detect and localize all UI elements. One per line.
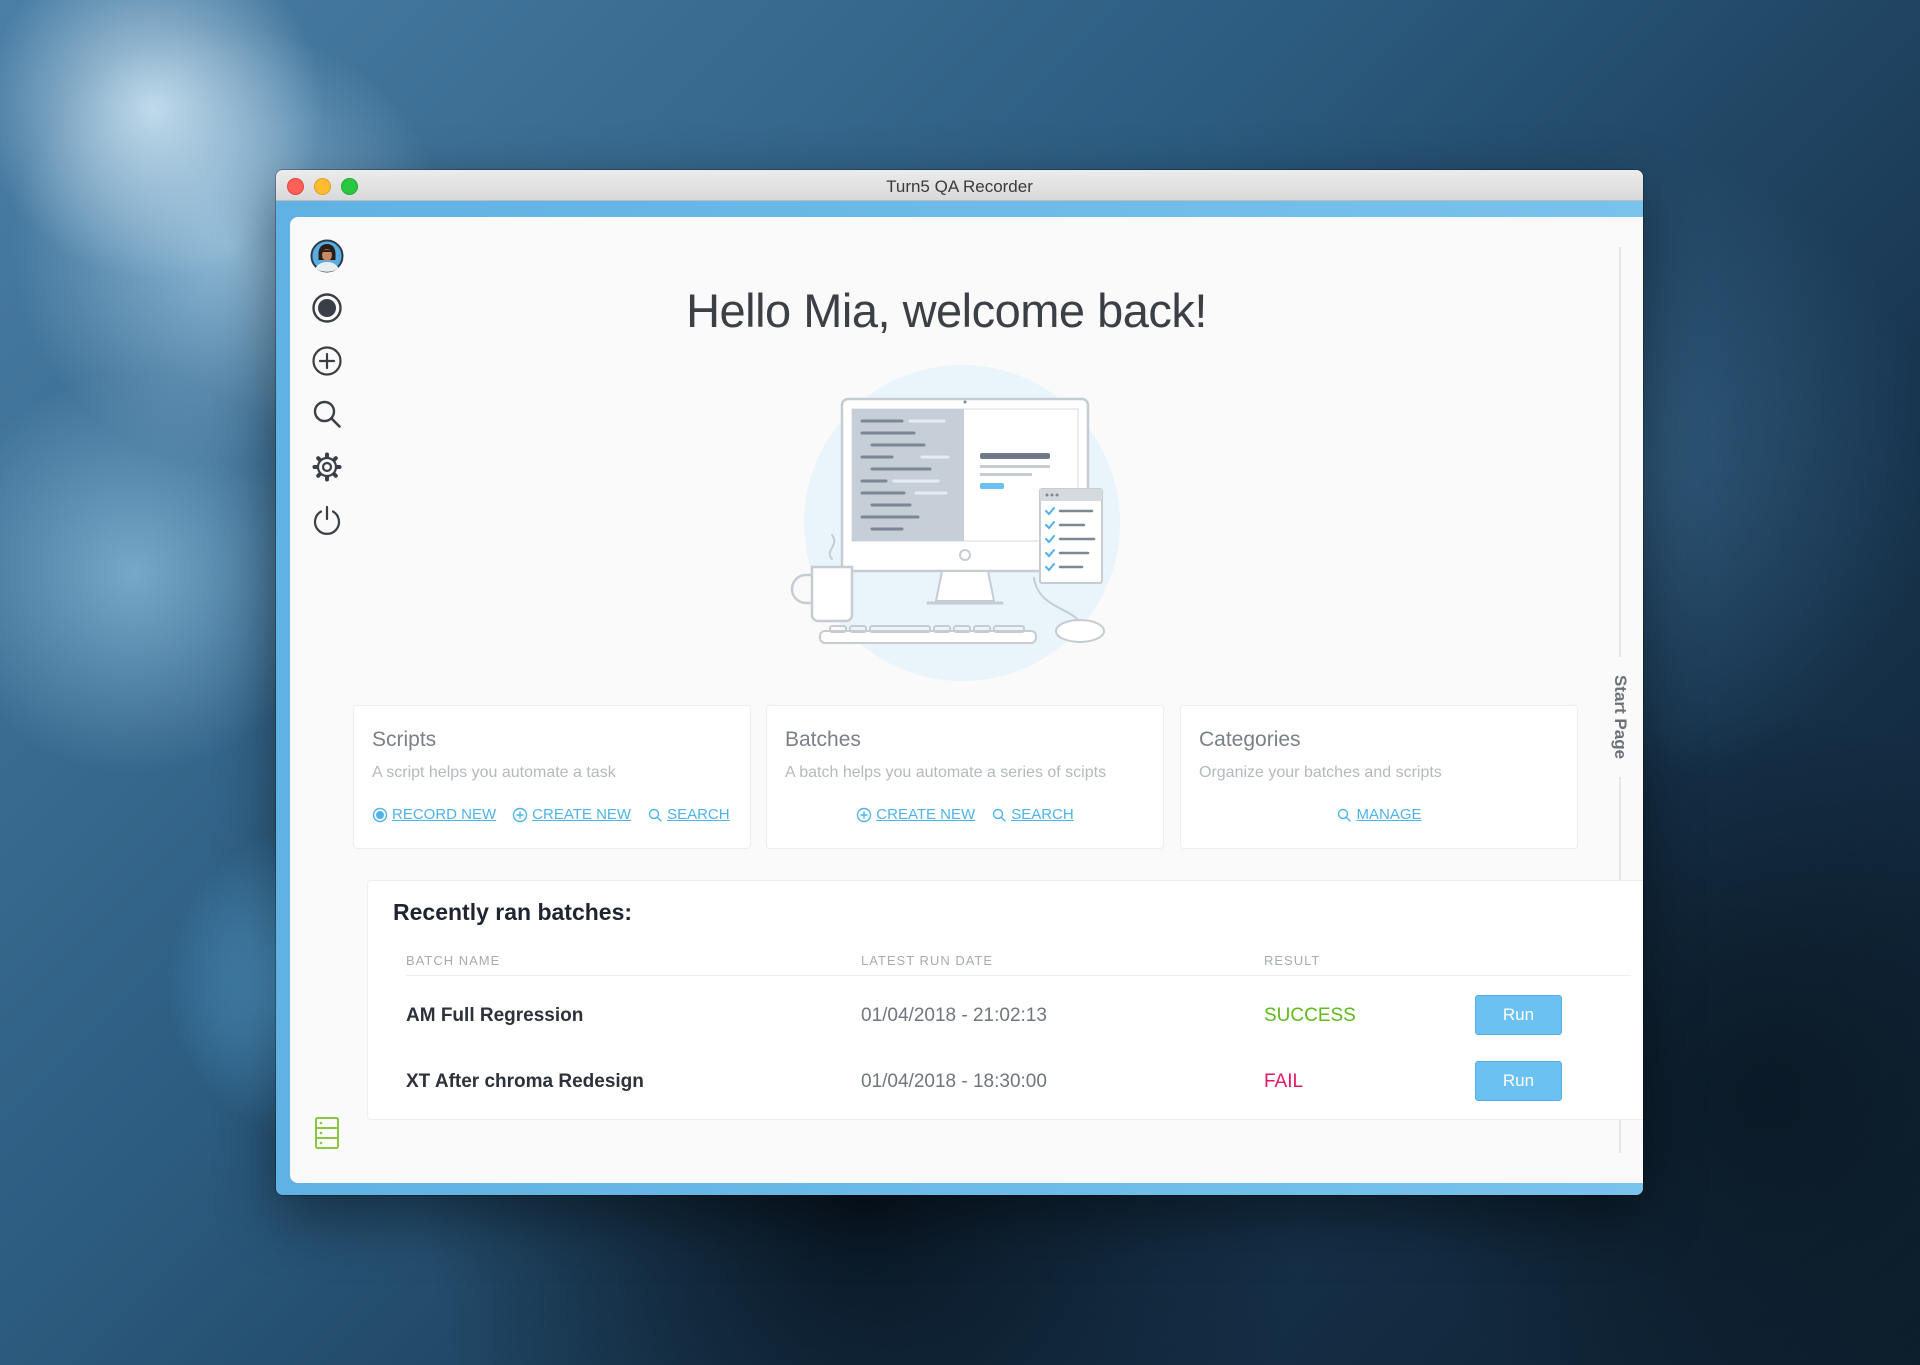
record-icon [372,807,388,822]
categories-card: Categories Organize your batches and scr… [1180,705,1578,849]
batch-run-date: 01/04/2018 - 21:02:13 [861,1005,1047,1026]
scripts-record-new-link[interactable]: RECORD NEW [372,806,496,823]
run-batch-button[interactable]: Run [1475,995,1562,1035]
avatar[interactable] [309,238,345,274]
batches-card-actions: CREATE NEW SEARCH [785,806,1145,823]
sidebar-logout[interactable] [309,502,345,538]
batches-card-title: Batches [785,728,861,751]
workstation-illustration [790,365,1120,681]
start-page-tab[interactable]: Start Page [1605,657,1635,777]
categories-card-title: Categories [1199,728,1301,751]
batches-search-label: SEARCH [1011,806,1074,823]
scripts-create-new-label: CREATE NEW [532,806,632,823]
run-batch-button[interactable]: Run [1475,1061,1562,1101]
search-icon [648,808,662,822]
recent-batches-panel: Recently ran batches: BATCH NAME LATEST … [367,880,1643,1120]
batches-card: Batches A batch helps you automate a ser… [766,705,1164,849]
batch-name: XT After chroma Redesign [406,1071,644,1092]
sidebar-settings[interactable] [309,449,345,485]
avatar-icon [310,239,344,273]
plus-circle-icon [512,807,528,822]
welcome-heading: Hello Mia, welcome back! [686,284,1207,337]
power-icon [313,505,341,535]
window-body: Start Page Hello Mia, welcome back! Scri… [276,201,1643,1195]
window-title: Turn5 QA Recorder [886,177,1033,196]
title-bar[interactable]: Turn5 QA Recorder [276,170,1643,201]
column-header-result: RESULT [1264,953,1321,968]
sidebar-server[interactable] [309,1115,345,1151]
batches-create-new-label: CREATE NEW [876,806,976,823]
search-icon [992,808,1006,822]
table-row: AM Full Regression 01/04/2018 - 21:02:13… [368,991,1643,1041]
sidebar-search[interactable] [309,396,345,432]
scripts-card-actions: RECORD NEW CREATE NEW SEARCH [372,806,732,823]
plus-circle-icon [312,346,342,376]
app-window: Turn5 QA Recorder Start Page Hello Mia, … [276,170,1643,1195]
batch-name: AM Full Regression [406,1005,584,1026]
scripts-card: Scripts A script helps you automate a ta… [353,705,751,849]
batch-result: FAIL [1264,1071,1304,1092]
scripts-create-new-link[interactable]: CREATE NEW [512,806,631,823]
scripts-search-label: SEARCH [667,806,730,823]
header-divider [406,975,1631,976]
categories-card-description: Organize your batches and scripts [1199,764,1442,781]
scripts-card-title: Scripts [372,728,437,751]
batches-search-link[interactable]: SEARCH [991,806,1074,823]
categories-manage-link[interactable]: MANAGE [1336,806,1422,823]
batches-create-new-link[interactable]: CREATE NEW [856,806,975,823]
recent-batches-title: Recently ran batches: [393,899,633,925]
search-icon [313,400,341,428]
search-icon [1338,808,1352,822]
start-page-label: Start Page [1611,674,1630,760]
plus-circle-icon [857,807,872,822]
app-content: Start Page Hello Mia, welcome back! Scri… [290,217,1643,1183]
scripts-card-description: A script helps you automate a task [372,764,616,781]
batches-card-description: A batch helps you automate a series of s… [785,764,1107,781]
table-row: XT After chroma Redesign 01/04/2018 - 18… [368,1057,1643,1107]
sidebar-create[interactable] [309,343,345,379]
gear-icon [312,452,342,482]
column-header-latest-run-date: LATEST RUN DATE [861,953,994,968]
server-icon [315,1117,339,1149]
batch-run-date: 01/04/2018 - 18:30:00 [861,1071,1047,1092]
categories-card-actions: MANAGE [1199,806,1559,823]
scripts-search-link[interactable]: SEARCH [647,806,730,823]
scripts-record-new-label: RECORD NEW [392,806,497,823]
column-header-batch-name: BATCH NAME [406,953,501,968]
batch-result: SUCCESS [1264,1005,1356,1026]
categories-manage-label: MANAGE [1356,806,1422,823]
